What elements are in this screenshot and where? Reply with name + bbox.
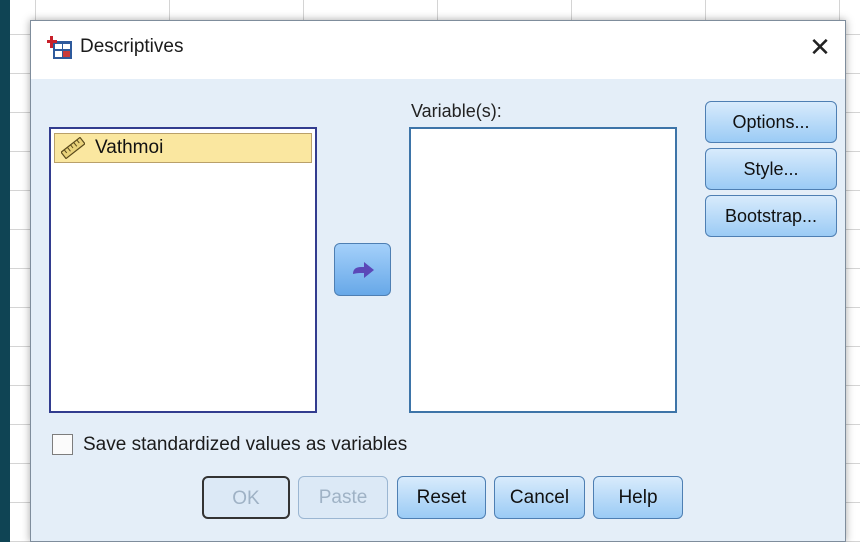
dialog-title: Descriptives (80, 36, 184, 57)
help-button[interactable]: Help (593, 476, 683, 519)
save-standardized-checkbox[interactable] (52, 434, 73, 455)
style-button[interactable]: Style... (705, 148, 837, 190)
target-variable-list[interactable] (409, 127, 677, 413)
scale-measure-icon (60, 136, 86, 160)
list-item-vathmoi[interactable]: Vathmoi (54, 133, 312, 163)
spss-dialog-icon (47, 36, 73, 60)
descriptives-dialog: Descriptives ✕ Vathmoi Variable(s): Opti… (30, 20, 846, 542)
variables-label: Variable(s): (411, 101, 502, 122)
options-button[interactable]: Options... (705, 101, 837, 143)
paste-button[interactable]: Paste (298, 476, 388, 519)
reset-button[interactable]: Reset (397, 476, 486, 519)
variable-label: Vathmoi (95, 137, 164, 158)
cancel-button[interactable]: Cancel (494, 476, 585, 519)
save-standardized-label: Save standardized values as variables (83, 434, 408, 455)
title-bar: Descriptives ✕ (31, 21, 845, 79)
variables-label-text: Variable(s): (411, 101, 502, 121)
arrow-right-icon (353, 262, 374, 278)
ok-button[interactable]: OK (202, 476, 290, 519)
move-variable-button[interactable] (334, 243, 391, 296)
source-variable-list[interactable]: Vathmoi (49, 127, 317, 413)
close-icon[interactable]: ✕ (805, 33, 835, 63)
bootstrap-button[interactable]: Bootstrap... (705, 195, 837, 237)
